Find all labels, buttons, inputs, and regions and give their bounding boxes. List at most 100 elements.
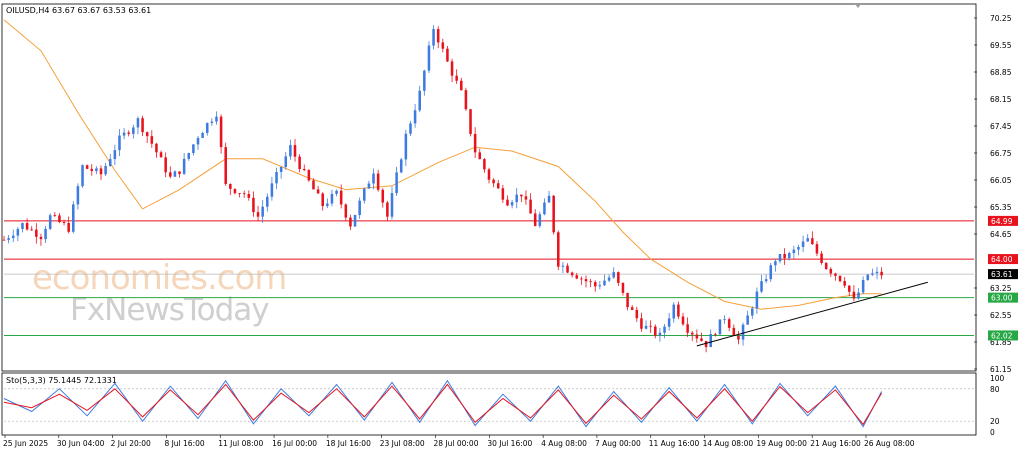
candle-body [335, 190, 338, 194]
time-tick-label: 30 Jun 04:00 [57, 439, 105, 448]
candle-body [118, 135, 121, 151]
candle-body [242, 193, 246, 195]
price-tick-label: 61.15 [990, 365, 1012, 374]
time-tick-label: 18 Jul 16:00 [326, 439, 371, 448]
candle-body [838, 275, 842, 282]
stoch-axis: 100 80 20 0 [990, 374, 1005, 437]
price-tick-label: 65.35 [990, 203, 1012, 212]
candle-body [667, 318, 671, 327]
candle-body [672, 304, 676, 319]
candle-body [617, 272, 620, 283]
candle-body [746, 315, 749, 325]
time-tick-label: 11 Aug 16:00 [649, 439, 700, 448]
level-tag-3: 62.02 [991, 331, 1013, 340]
candle-body [344, 204, 348, 218]
candle-body [496, 183, 500, 189]
candle-body [289, 145, 292, 157]
candle-body [792, 249, 796, 254]
candle-body [686, 324, 689, 333]
time-axis: 25 Jun 2025 30 Jun 04:00 2 Jul 20:00 8 Jul … [3, 435, 915, 448]
candle-body [238, 193, 241, 194]
time-tick-label: 19 Aug 00:00 [756, 439, 807, 448]
candle-body [169, 172, 172, 177]
candle-body [390, 193, 394, 217]
candle-body [824, 263, 828, 269]
candle-body [376, 173, 380, 190]
candle-body [723, 319, 726, 321]
candle-body [875, 271, 879, 274]
candle-body [330, 193, 334, 204]
candle-body [829, 268, 833, 274]
level-tag-1: 64.00 [991, 255, 1013, 264]
candle-body [192, 144, 195, 154]
stochastic-layer [3, 379, 974, 428]
stoch-title: Sto(5,3,3) 75.1445 72.1331 [6, 376, 117, 385]
candle-body [85, 165, 89, 169]
candle-body [53, 215, 57, 216]
candle-body [593, 282, 597, 287]
price-tick-label: 62.55 [990, 311, 1012, 320]
candle-body [654, 326, 657, 336]
price-axis: 70.25 69.55 68.85 68.15 67.45 66.75 66.05 65.35… [974, 14, 1012, 374]
candle-body [714, 334, 717, 335]
candle-body [395, 172, 398, 194]
candle-body [607, 277, 611, 281]
candle-body [312, 180, 315, 190]
candle-body [164, 157, 167, 173]
candle-body [141, 118, 144, 133]
candle-body [358, 200, 361, 215]
candle-body [464, 90, 468, 110]
trendline-0[interactable] [696, 281, 928, 347]
candle-body [566, 265, 569, 273]
candle-body [404, 133, 408, 160]
candle-body [811, 238, 814, 245]
candle-body [570, 272, 574, 276]
candle-body [62, 222, 66, 224]
candle-body [806, 238, 809, 242]
candle-body [640, 318, 643, 329]
candle-body [843, 281, 846, 286]
candle-body [483, 159, 486, 170]
candle-body [25, 223, 29, 230]
candle-body [649, 325, 652, 327]
candle-body [584, 279, 588, 282]
candle-body [229, 183, 232, 189]
time-tick-label: 28 Jul 00:00 [434, 439, 479, 448]
candle-body [423, 70, 426, 91]
candle-body [436, 29, 440, 43]
candle-body [182, 158, 186, 174]
candle-body [469, 109, 472, 134]
candle-body [764, 279, 768, 282]
time-tick-label: 23 Jul 08:00 [380, 439, 425, 448]
candle-body [455, 75, 458, 81]
candle-body [834, 273, 837, 276]
time-tick-label: 11 Jul 08:00 [218, 439, 263, 448]
candle-body [533, 213, 537, 226]
price-tick-label: 63.25 [990, 284, 1012, 293]
candle-body [104, 165, 107, 175]
candle-body [233, 188, 237, 194]
candle-body [751, 308, 754, 316]
candle-body [552, 195, 555, 233]
candle-body [136, 118, 140, 128]
candle-body [201, 132, 204, 138]
candle-body [520, 194, 523, 197]
candle-body [30, 229, 33, 231]
price-tick-label: 67.45 [990, 122, 1012, 131]
candle-body [709, 334, 712, 348]
candle-body [797, 246, 800, 250]
candle-body [741, 324, 745, 340]
candle-body [589, 281, 592, 283]
candle-body [7, 238, 10, 240]
candle-body [399, 159, 403, 173]
candle-body [122, 132, 126, 136]
candle-body [524, 196, 528, 200]
candle-body [409, 123, 412, 134]
candle-body [35, 229, 38, 237]
price-chart[interactable]: economies.com FxNewsToday OILUSD,H4 63.6… [0, 0, 1024, 454]
time-tick-label: 7 Aug 00:00 [595, 439, 641, 448]
candle-body [774, 261, 777, 266]
candle-body [603, 280, 606, 286]
candle-body [298, 156, 301, 170]
candle-body [861, 280, 865, 293]
